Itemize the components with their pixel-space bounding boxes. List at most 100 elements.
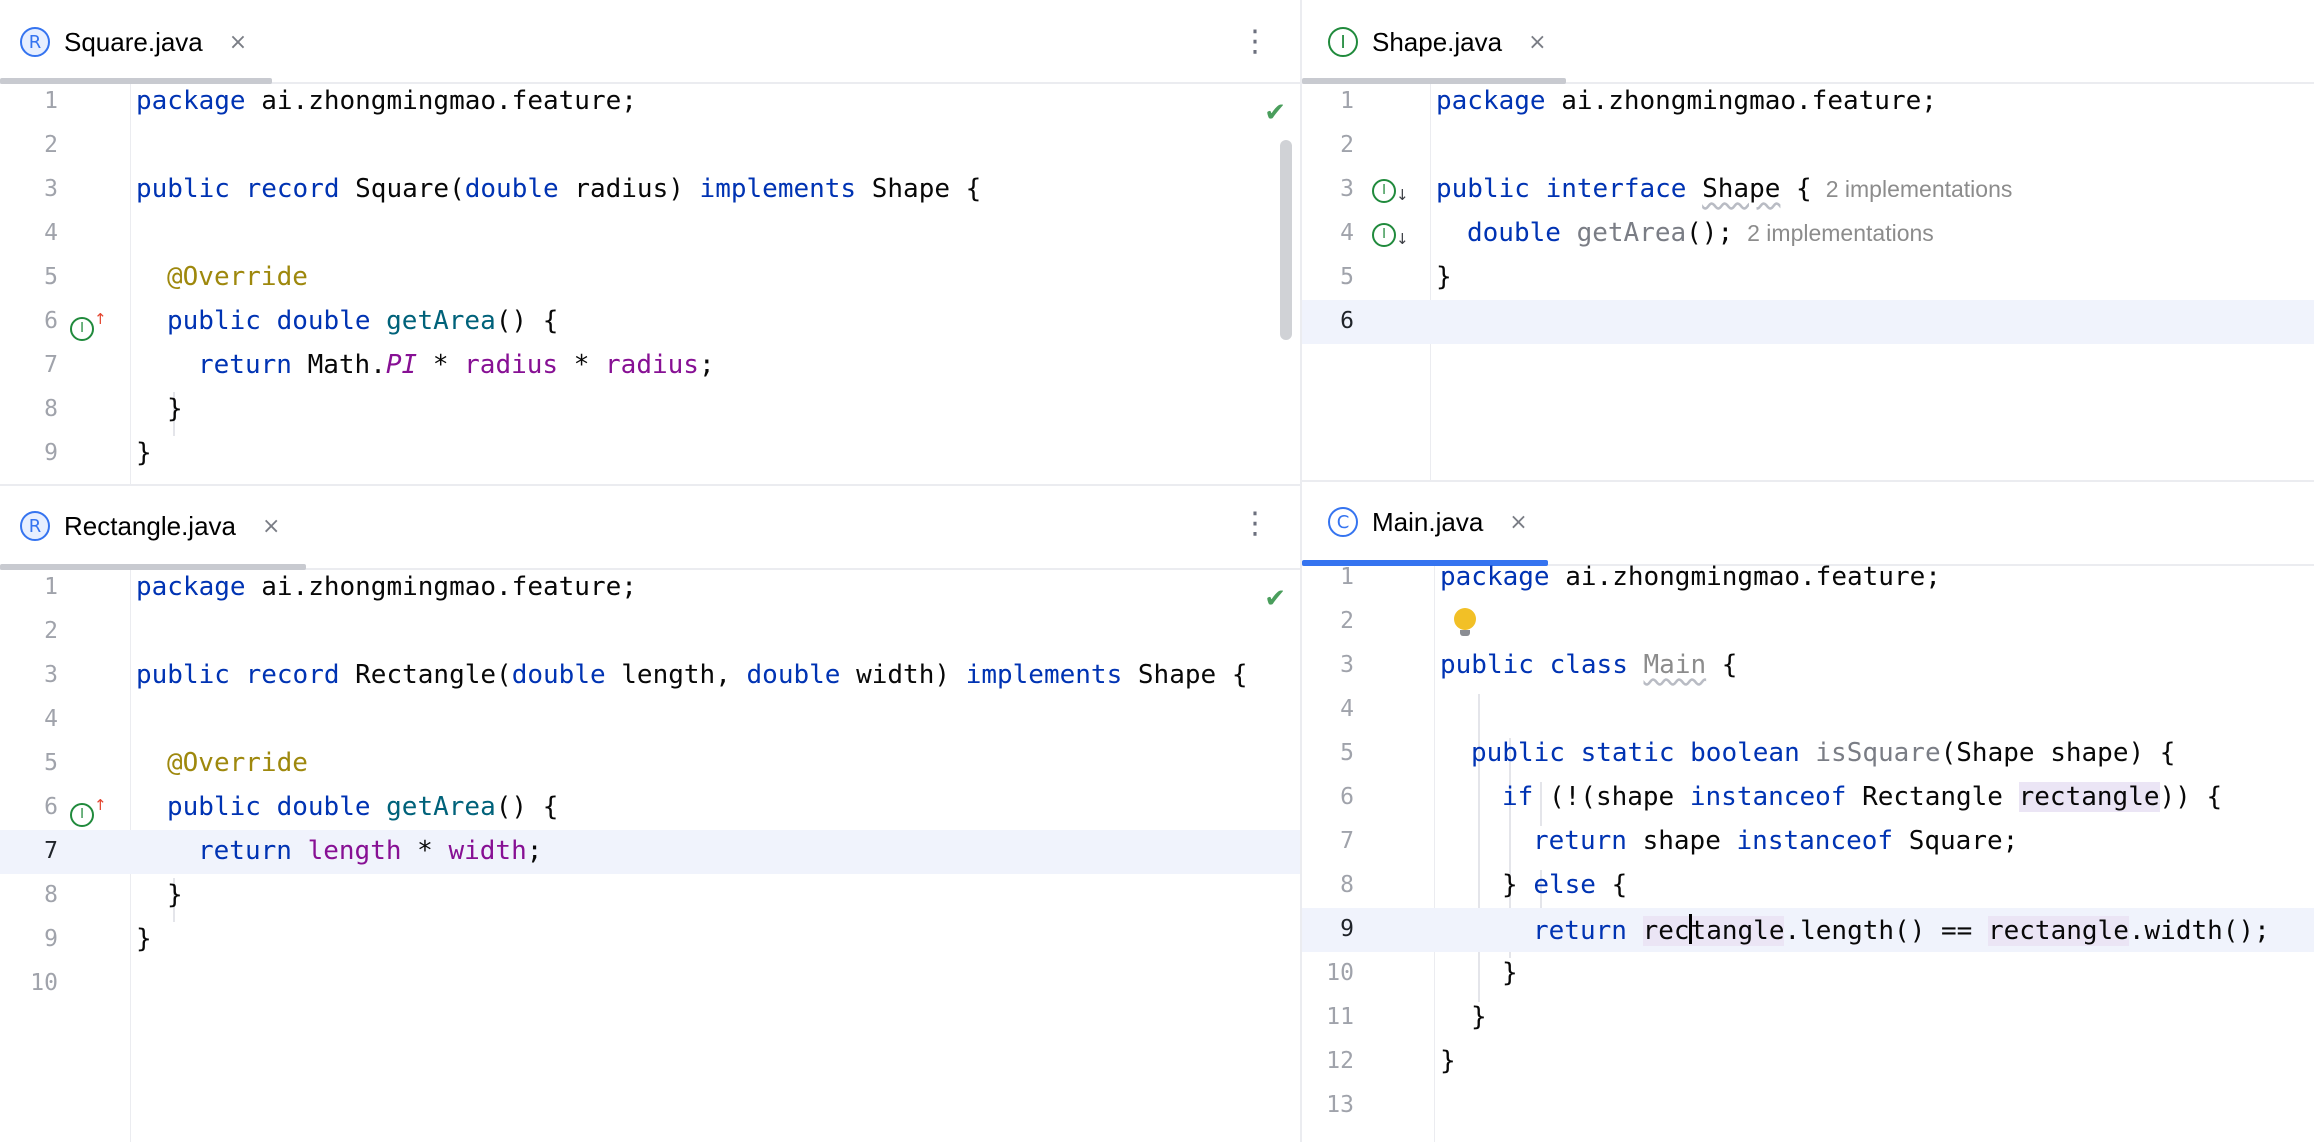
line-number: 6	[44, 794, 58, 820]
code-line: 3 public record Rectangle(double length,…	[0, 654, 1300, 698]
code-text: if (!(shape instanceof Rectangle rectang…	[1502, 782, 2223, 812]
line-number: 6	[1340, 784, 1354, 810]
record-icon: R	[20, 27, 50, 57]
code-line: 2	[1302, 600, 2314, 644]
code-line: 10 }	[1302, 952, 2314, 996]
code-text: public interface Shape {2 implementation…	[1436, 174, 2013, 204]
class-icon: C	[1328, 507, 1358, 537]
line-number: 2	[44, 132, 58, 158]
line-number: 4	[1340, 220, 1354, 246]
line-number: 5	[1340, 740, 1354, 766]
code-text: @Override	[167, 262, 308, 292]
code-line: 13	[1302, 1084, 2314, 1128]
tab-shape-java[interactable]: I Shape.java ×	[1328, 22, 1547, 62]
code-text: } else {	[1502, 870, 1628, 900]
code-text: }	[136, 438, 152, 468]
tab-label: Rectangle.java	[64, 510, 236, 541]
line-number: 12	[1326, 1048, 1354, 1074]
line-number: 8	[44, 396, 58, 422]
code-text: public double getArea() {	[167, 306, 559, 336]
code-editor[interactable]: ✔ 1 package ai.zhongmingmao.feature; 2 3…	[0, 570, 1300, 1142]
code-text: return shape instanceof Square;	[1533, 826, 2019, 856]
line-number: 1	[44, 574, 58, 600]
code-line: 4	[0, 698, 1300, 742]
code-line: 1 package ai.zhongmingmao.feature;	[0, 80, 1300, 124]
close-icon[interactable]: ×	[229, 30, 247, 55]
code-text: package ai.zhongmingmao.feature;	[1436, 86, 1937, 116]
code-line: 6 if (!(shape instanceof Rectangle recta…	[1302, 776, 2314, 820]
code-line: 4	[0, 212, 1300, 256]
code-text: public record Rectangle(double length, d…	[136, 660, 1248, 690]
code-line: 3 public record Square(double radius) im…	[0, 168, 1300, 212]
code-line: 5 @Override	[0, 256, 1300, 300]
implemented-icon[interactable]: I ↓	[1372, 178, 1409, 204]
close-icon[interactable]: ×	[262, 514, 280, 539]
code-line: 7 return Math.PI * radius * radius;	[0, 344, 1300, 388]
code-line: 8 }	[0, 388, 1300, 432]
tab-label: Square.java	[64, 26, 203, 57]
line-number: 9	[44, 926, 58, 952]
tab-main-java[interactable]: C Main.java ×	[1328, 502, 1528, 542]
code-text: }	[167, 880, 183, 910]
code-text: }	[1440, 1046, 1456, 1076]
code-line: 1 package ai.zhongmingmao.feature;	[0, 566, 1300, 610]
code-line: 6 I↑ public double getArea() {	[0, 786, 1300, 830]
line-number: 6	[44, 308, 58, 334]
record-icon: R	[20, 511, 50, 541]
code-line: 6 I↑ public double getArea() {	[0, 300, 1300, 344]
line-number: 10	[30, 970, 58, 996]
code-text: return Math.PI * radius * radius;	[198, 350, 715, 380]
line-number: 8	[44, 882, 58, 908]
code-editor[interactable]: 1 package ai.zhongmingmao.feature; 2 3 I…	[1302, 84, 2314, 480]
tab-square-java[interactable]: R Square.java ×	[20, 22, 247, 62]
code-editor[interactable]: ✔ 1 package ai.zhongmingmao.feature; 2 3…	[0, 84, 1300, 484]
code-editor[interactable]: 1 package ai.zhongmingmao.feature; 2 3 p…	[1302, 562, 2314, 1142]
line-number: 8	[1340, 872, 1354, 898]
close-icon[interactable]: ×	[1509, 510, 1527, 535]
implements-method-icon[interactable]: I↑	[70, 796, 107, 827]
code-line: 5 }	[1302, 256, 2314, 300]
code-line: 3 public class Main {	[1302, 644, 2314, 688]
code-text: return rectangle.length() == rectangle.w…	[1533, 914, 2270, 946]
code-line: 8 } else {	[1302, 864, 2314, 908]
code-line: 1 package ai.zhongmingmao.feature;	[1302, 556, 2314, 600]
tab-bar: C Main.java ×	[1302, 482, 2314, 566]
line-number: 1	[1340, 564, 1354, 590]
editor-pane-rectangle: R Rectangle.java × ⋮ ✔ 1 package ai.zhon…	[0, 486, 1300, 1142]
code-line: 5 @Override	[0, 742, 1300, 786]
code-text: }	[1471, 1002, 1487, 1032]
code-line: 5 public static boolean isSquare(Shape s…	[1302, 732, 2314, 776]
implemented-icon[interactable]: I ↓	[1372, 222, 1409, 248]
code-line: 4 I ↓ double getArea(); 2 implementations	[1302, 212, 2314, 256]
tab-bar: R Square.java × ⋮	[0, 0, 1300, 84]
code-line: 7 return shape instanceof Square;	[1302, 820, 2314, 864]
line-number: 3	[44, 662, 58, 688]
line-number: 7	[44, 838, 58, 864]
line-number: 5	[44, 750, 58, 776]
lightbulb-icon[interactable]	[1454, 608, 1476, 636]
code-line: 3 I ↓ public interface Shape {2 implement…	[1302, 168, 2314, 212]
implements-method-icon[interactable]: I↑	[70, 310, 107, 341]
line-number: 4	[44, 706, 58, 732]
code-text: package ai.zhongmingmao.feature;	[1440, 562, 1941, 592]
line-number: 4	[44, 220, 58, 246]
line-number: 5	[1340, 264, 1354, 290]
code-line: 8 }	[0, 874, 1300, 918]
line-number: 11	[1326, 1004, 1354, 1030]
line-number: 9	[44, 440, 58, 466]
code-text: }	[1436, 262, 1452, 292]
close-icon[interactable]: ×	[1528, 30, 1546, 55]
implementations-hint[interactable]: 2 implementations	[1747, 220, 1934, 246]
code-line: 1 package ai.zhongmingmao.feature;	[1302, 80, 2314, 124]
more-options-icon[interactable]: ⋮	[1240, 24, 1270, 59]
code-text: }	[1502, 958, 1518, 988]
code-line: 9 }	[0, 918, 1300, 962]
editor-pane-shape: I Shape.java × 1 package ai.zhongmingmao…	[1302, 0, 2314, 480]
more-options-icon[interactable]: ⋮	[1240, 506, 1270, 541]
editor-pane-square: R Square.java × ⋮ ✔ 1 package ai.zhongmi…	[0, 0, 1300, 484]
tab-rectangle-java[interactable]: R Rectangle.java ×	[20, 506, 280, 546]
code-line-current: 9 return rectangle.length() == rectangle…	[1302, 908, 2314, 952]
code-line-current: 7 return length * width;	[0, 830, 1300, 874]
code-line: 2	[0, 610, 1300, 654]
implementations-hint[interactable]: 2 implementations	[1826, 176, 2013, 202]
